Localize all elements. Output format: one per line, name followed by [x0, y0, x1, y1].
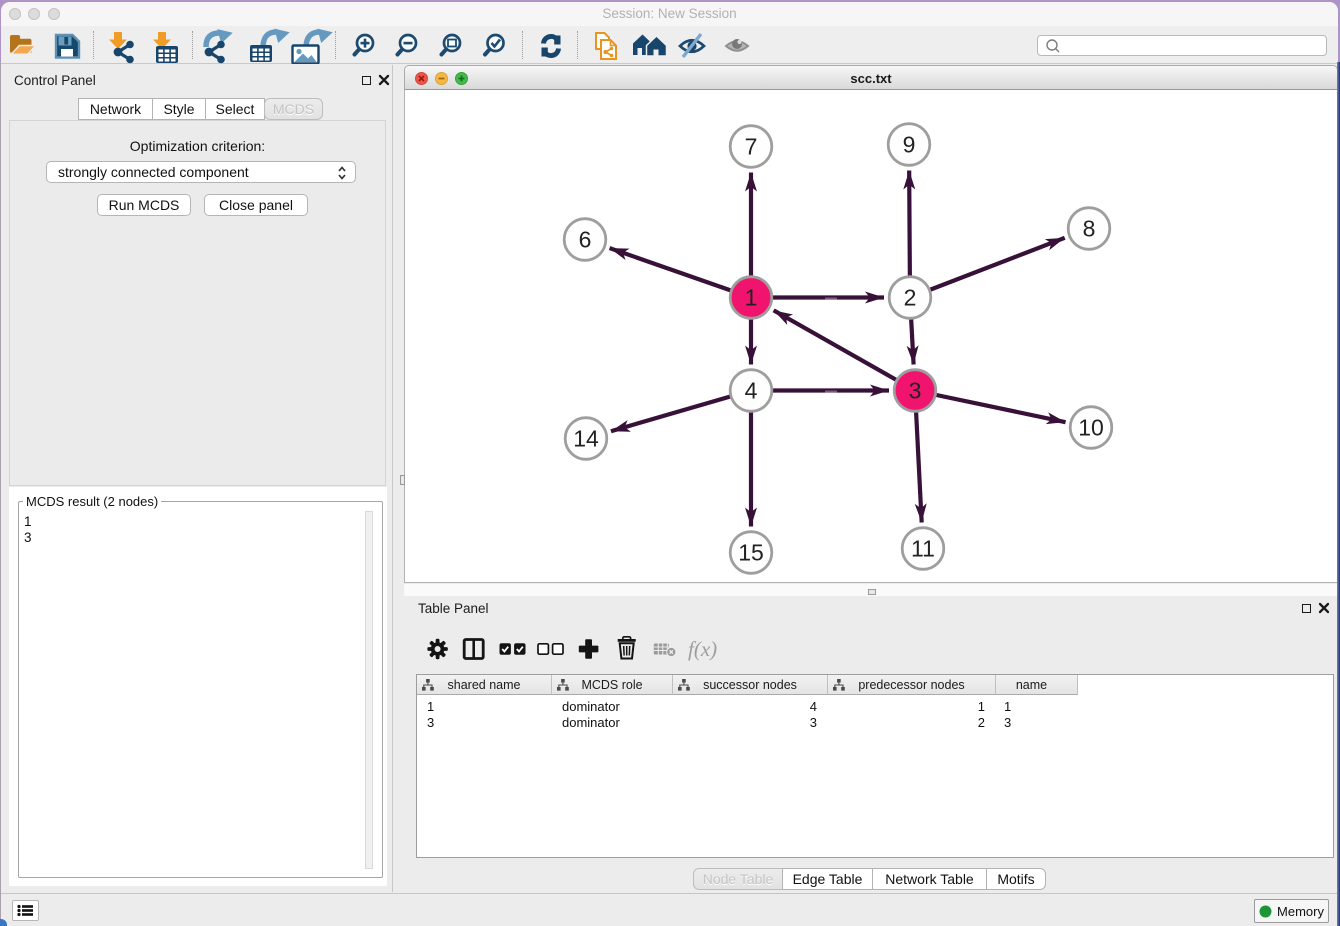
- svg-text:6: 6: [579, 227, 592, 253]
- svg-text:3: 3: [909, 378, 922, 404]
- svg-text:9: 9: [903, 132, 916, 158]
- svg-text:2: 2: [904, 285, 917, 311]
- svg-text:15: 15: [738, 540, 764, 566]
- svg-text:8: 8: [1083, 216, 1096, 242]
- svg-text:14: 14: [573, 426, 599, 452]
- svg-text:1: 1: [745, 285, 758, 311]
- svg-text:7: 7: [745, 134, 758, 160]
- svg-text:10: 10: [1078, 415, 1104, 441]
- svg-text:f(x): f(x): [688, 637, 717, 661]
- svg-text:11: 11: [911, 536, 935, 562]
- svg-text:4: 4: [745, 378, 758, 404]
